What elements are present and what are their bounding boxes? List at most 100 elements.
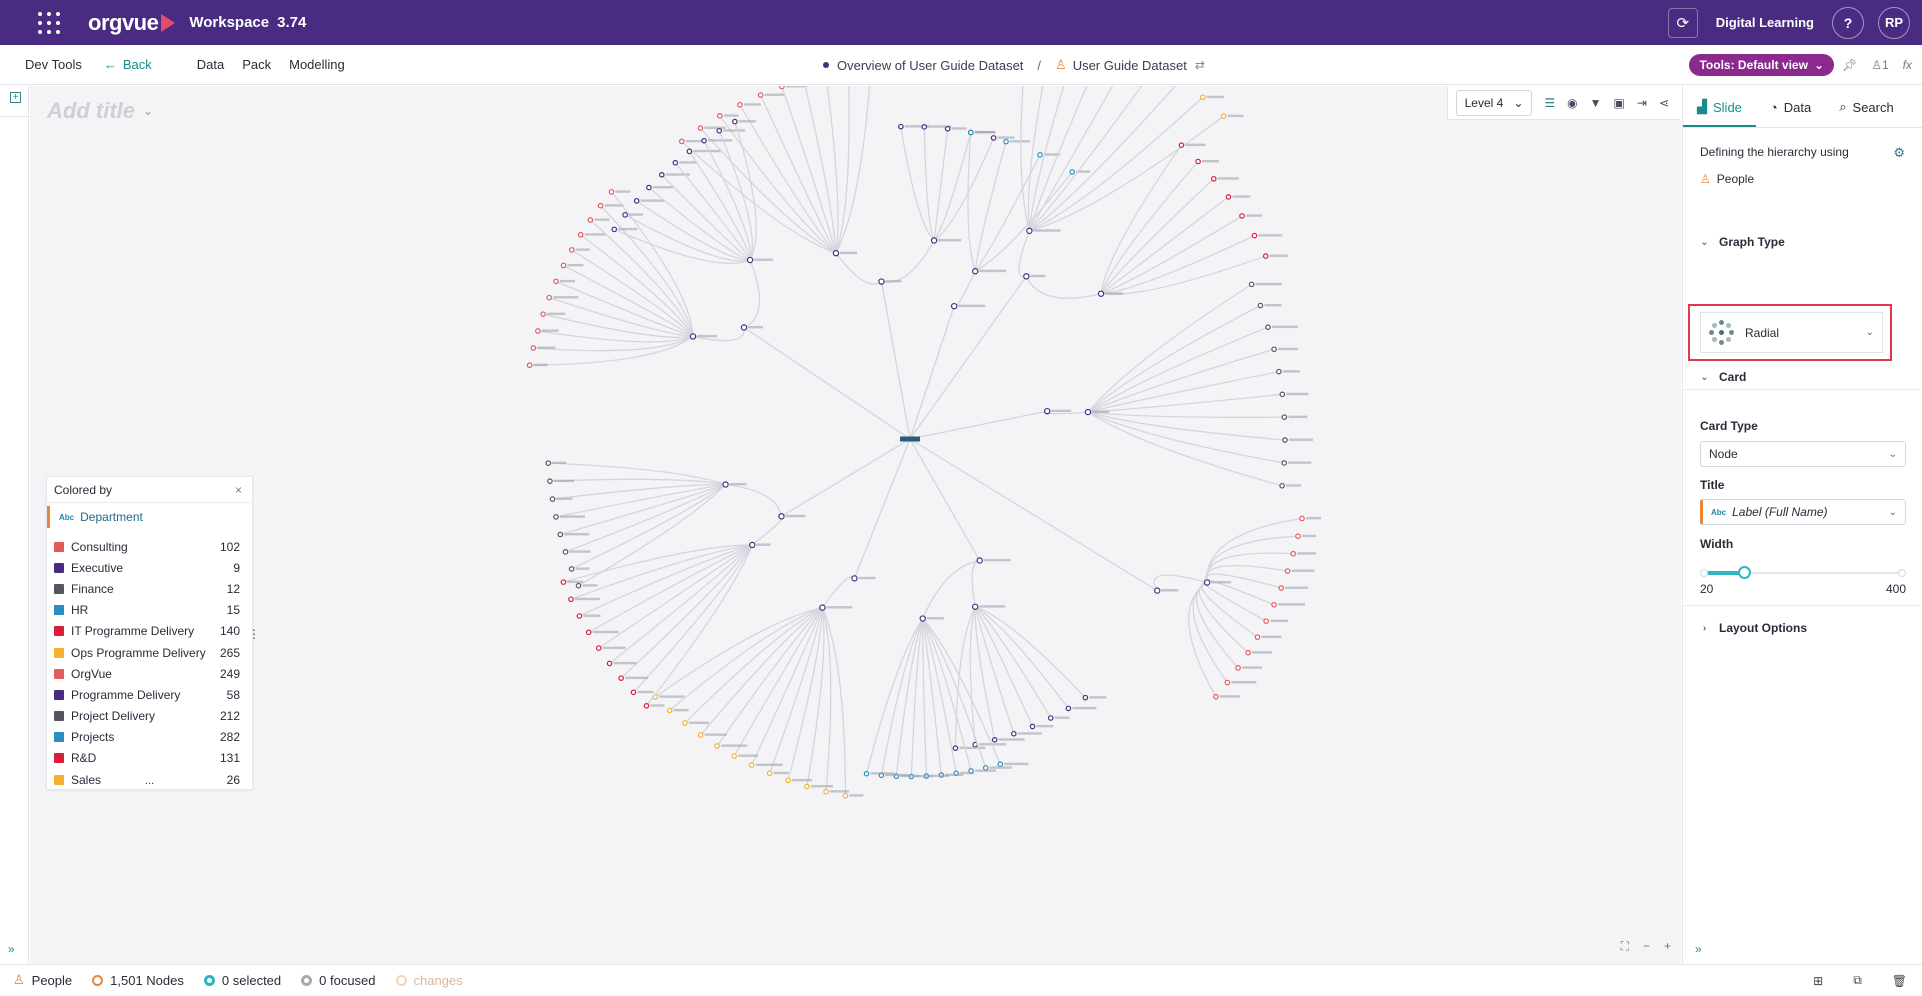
user-avatar[interactable]: RP [1878,6,1910,39]
card-section[interactable]: ⌄ Card [1700,370,1746,384]
status-selected[interactable]: 0 selected [203,973,281,988]
legend-item[interactable]: Executive 9 [47,557,252,578]
graph-node[interactable] [972,268,979,275]
legend-field[interactable]: Abc Department [47,506,252,528]
graph-node[interactable] [722,481,729,488]
switch-dataset-icon[interactable]: ⇄ [1195,58,1205,72]
graph-node[interactable] [686,148,693,155]
graph-node[interactable] [863,770,870,777]
graph-node[interactable] [1154,587,1161,594]
more-vertical-icon[interactable]: ⋮ [248,627,260,641]
graph-node[interactable] [1299,515,1305,522]
legend-item[interactable]: IT Programme Delivery 140 [47,621,252,642]
graph-node[interactable] [575,582,582,589]
graph-node[interactable] [746,256,754,264]
graph-node[interactable] [778,513,785,520]
graph-node[interactable] [972,603,979,610]
graph-node[interactable] [819,604,826,611]
graph-node[interactable] [930,237,938,244]
graph-node[interactable] [1069,169,1076,175]
graph-node[interactable] [1225,194,1232,200]
graph-canvas[interactable]: Add title ⌄ Level 4 ⌄ ☰ ◉ ▼ ▣ ⇥ ⋖ ⛶ − + … [30,86,1681,964]
graph-node[interactable] [1047,715,1054,721]
graph-node[interactable] [568,566,575,572]
graph-node[interactable] [1026,227,1033,235]
graph-node[interactable] [630,689,637,696]
graph-node[interactable] [576,613,583,619]
help-button[interactable]: ? [1832,6,1864,39]
graph-node[interactable] [679,138,685,145]
gear-icon[interactable]: ⚙ [1893,145,1905,161]
graph-node[interactable] [732,118,738,125]
graph-node[interactable] [991,737,998,743]
graph-type-section[interactable]: ⌄ Graph Type [1700,235,1785,249]
formula-icon[interactable]: fx [1903,58,1912,72]
graph-node[interactable] [851,575,858,582]
data-menu[interactable]: Data [197,57,224,72]
graph-node[interactable] [1262,253,1269,259]
pin-icon[interactable]: 📌︎ [1842,58,1857,72]
legend-item[interactable]: Programme Delivery 58 [47,684,252,705]
zoom-out-icon[interactable]: − [1643,939,1650,954]
graph-node[interactable] [553,514,559,520]
graph-node[interactable] [737,102,743,108]
graph-node[interactable] [1271,601,1277,608]
graph-node[interactable] [585,629,592,636]
legend-item[interactable]: Consulting 102 [47,536,252,557]
card-icon[interactable]: ▣ [1614,96,1625,110]
graph-node[interactable] [990,135,997,141]
hierarchy-dimension[interactable]: ♙ People [1700,172,1905,186]
graph-node[interactable] [546,294,553,301]
graph-node[interactable] [587,217,594,223]
graph-node[interactable] [1011,730,1017,737]
tab-data[interactable]: ◔ Data [1756,100,1825,127]
graph-node[interactable] [1257,302,1264,309]
legend-item[interactable]: Ops Programme Delivery 265 [47,642,252,663]
graph-node[interactable] [785,777,791,784]
trash-icon[interactable]: 🗑︎ [1892,974,1907,988]
graph-node[interactable] [898,123,904,130]
title-select[interactable]: Abc Label (Full Name) ⌄ [1700,499,1906,525]
graph-node[interactable] [658,172,665,178]
graph-node[interactable] [1281,414,1288,420]
filter-icon[interactable]: ▼ [1590,96,1602,110]
graph-node[interactable] [1245,649,1251,656]
chevron-down-icon[interactable]: ⌄ [143,104,153,118]
pack-menu[interactable]: Pack [242,57,271,72]
legend-item[interactable]: R&D 131 [47,748,252,769]
graph-node[interactable] [608,189,615,195]
graph-node[interactable] [842,792,849,799]
digital-learning-link[interactable]: Digital Learning [1716,15,1814,30]
tools-view-button[interactable]: Tools: Default view ⌄ [1689,54,1834,76]
graph-node[interactable] [740,324,748,331]
graph-node[interactable] [731,753,737,759]
graph-node[interactable] [1220,113,1227,119]
palette-icon[interactable]: ◉ [1567,96,1577,110]
graph-node[interactable] [976,557,983,564]
graph-node[interactable] [689,333,697,340]
graph-node[interactable] [646,184,652,191]
legend-item[interactable]: HR 15 [47,600,252,621]
graph-node[interactable] [1044,407,1051,415]
graph-node[interactable] [568,596,574,603]
graph-node[interactable] [643,703,650,709]
list-icon[interactable]: ☰ [1544,96,1555,110]
graph-node[interactable] [779,86,785,90]
graph-node[interactable] [1239,213,1245,219]
graph-node[interactable] [1281,460,1288,466]
export-icon[interactable]: ⇥ [1637,96,1647,110]
status-dimension[interactable]: ♙ People [13,972,72,988]
graph-node[interactable] [1265,324,1271,330]
graph-node[interactable] [682,720,688,726]
graph-node[interactable] [597,202,604,209]
graph-node[interactable] [1195,158,1201,165]
graph-node[interactable] [1037,152,1043,158]
graph-node[interactable] [804,783,810,790]
status-changes[interactable]: changes [395,973,463,988]
collapse-panel-icon[interactable]: » [1695,942,1702,956]
graph-node[interactable] [560,579,567,585]
graph-node[interactable] [1003,138,1009,145]
graph-node[interactable] [1023,273,1030,280]
graph-node[interactable] [1251,232,1258,239]
graph-node[interactable] [526,362,533,369]
